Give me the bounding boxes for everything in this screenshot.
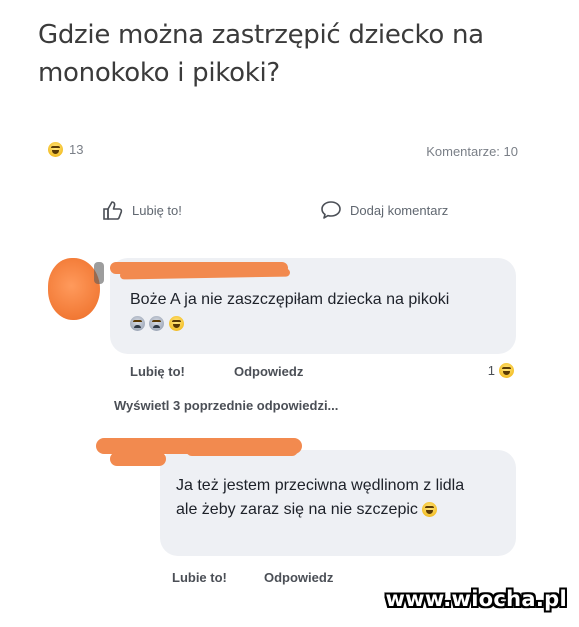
reply-text-body: Ja też jestem przeciwna wędlinom z lidla…	[176, 477, 465, 518]
reply-text: Ja też jestem przeciwna wędlinom z lidla…	[176, 474, 486, 522]
comment-reaction-count[interactable]: 1	[488, 363, 514, 378]
comment-like-link[interactable]: Lubię to!	[130, 364, 185, 379]
like-button[interactable]: Lubię to!	[102, 200, 182, 220]
like-button-label: Lubię to!	[132, 202, 182, 218]
scared-emoji-icon	[130, 316, 145, 332]
post-actions: Lubię to! Dodaj komentarz	[40, 196, 510, 230]
haha-emoji-icon	[48, 142, 63, 157]
add-comment-button[interactable]: Dodaj komentarz	[320, 200, 448, 220]
laughing-emoji-icon	[422, 502, 438, 518]
commenter-avatar[interactable]	[48, 258, 104, 320]
watermark: www.wiocha.pl	[385, 587, 567, 611]
haha-emoji-icon	[499, 363, 514, 378]
laughing-emoji-icon	[168, 316, 184, 332]
reactions-summary: 13 Komentarze: 10	[48, 142, 518, 162]
comment-reply-link[interactable]: Odpowiedz	[234, 364, 303, 379]
reply-like-link[interactable]: Lubie to!	[172, 570, 227, 585]
comment-text: Boże A ja nie zaszczępiłam dziecka na pi…	[130, 288, 460, 336]
thumbs-up-icon	[102, 200, 124, 220]
reply-bubble: Ja też jestem przeciwna wędlinom z lidla…	[160, 450, 516, 556]
reaction-count[interactable]: 13	[48, 142, 83, 157]
redacted-avatar-scribble	[110, 452, 166, 466]
comment-reaction-value: 1	[487, 363, 495, 378]
comments-count[interactable]: Komentarze: 10	[426, 144, 518, 159]
comment-text-body: Boże A ja nie zaszczępiłam dziecka na pi…	[130, 291, 450, 308]
comment-bubble-icon	[320, 200, 342, 220]
reply-reply-link[interactable]: Odpowiedz	[264, 570, 333, 585]
scared-emoji-icon	[149, 316, 165, 332]
add-comment-label: Dodaj komentarz	[350, 202, 449, 218]
reaction-count-value: 13	[69, 142, 84, 157]
view-previous-replies-link[interactable]: Wyświetl 3 poprzednie odpowiedzi...	[114, 398, 338, 413]
post-title: Gdzie można zastrzępić dziecko na monoko…	[38, 20, 484, 88]
redacted-name-scribble	[186, 444, 298, 456]
comment-meta: Lubię to! Odpowiedz 1	[130, 363, 514, 384]
